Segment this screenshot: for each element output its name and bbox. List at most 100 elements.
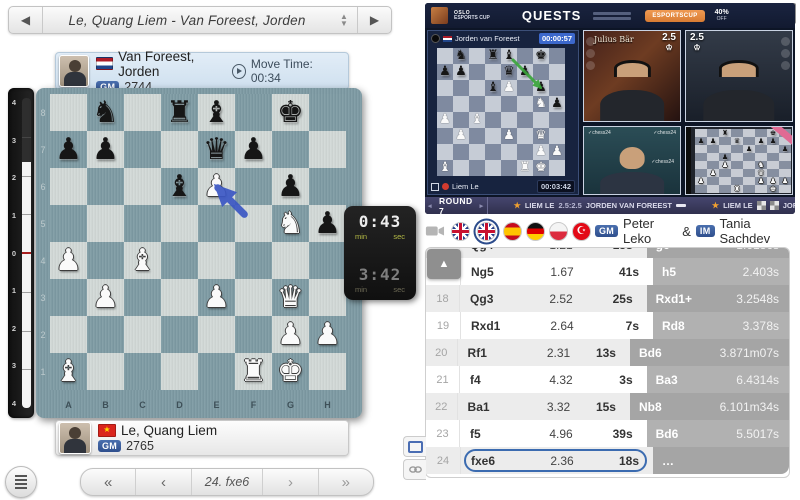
square[interactable]: [87, 353, 124, 390]
square[interactable]: [50, 205, 87, 242]
square[interactable]: [124, 205, 161, 242]
white-move-cell[interactable]: Qg41.2115s: [460, 247, 647, 258]
square[interactable]: [309, 94, 346, 131]
black-move-cell[interactable]: h52.403s: [653, 258, 789, 285]
square[interactable]: [161, 131, 198, 168]
video-stream-panel[interactable]: OSLO ESPORTS CUP QUESTS ESPORTSCUP 40% O…: [425, 3, 795, 214]
square[interactable]: ♛: [198, 131, 235, 168]
square[interactable]: ♟: [272, 316, 309, 353]
black-move-cell[interactable]: Rxd1+3.2548s: [647, 285, 789, 312]
square[interactable]: [50, 168, 87, 205]
square[interactable]: ♜: [235, 353, 272, 390]
square[interactable]: ♚: [272, 94, 309, 131]
video-camera-icon[interactable]: [425, 223, 445, 239]
white-move-cell[interactable]: f54.9639s: [460, 420, 647, 447]
square[interactable]: [161, 316, 198, 353]
square[interactable]: ♟: [87, 131, 124, 168]
square[interactable]: ♞: [87, 94, 124, 131]
square[interactable]: [124, 168, 161, 205]
flag-pl[interactable]: [549, 222, 568, 241]
square[interactable]: ♝: [50, 353, 87, 390]
square[interactable]: [87, 242, 124, 279]
square[interactable]: ♟: [309, 205, 346, 242]
black-move-cell[interactable]: …: [653, 447, 789, 474]
square[interactable]: [124, 94, 161, 131]
square[interactable]: ♟: [198, 168, 235, 205]
white-move-cell[interactable]: Rxd12.647s: [461, 312, 653, 339]
board-squares[interactable]: ♞♜♝♚♟♟♛♟♝♟♟♞♟♟♝♟♟♛♟♟♝♜♚: [50, 94, 346, 390]
first-move-button[interactable]: «: [81, 469, 135, 495]
square[interactable]: [87, 168, 124, 205]
flag-uk[interactable]: [451, 222, 470, 241]
square[interactable]: [124, 353, 161, 390]
flag-de[interactable]: [526, 222, 545, 241]
prev-game-button[interactable]: ◀: [9, 7, 43, 33]
black-move-cell[interactable]: g61.6136s: [647, 247, 789, 258]
square[interactable]: [235, 279, 272, 316]
game-list-spinner[interactable]: ▲ ▼: [331, 7, 357, 33]
square[interactable]: [235, 94, 272, 131]
square[interactable]: [309, 168, 346, 205]
square[interactable]: [161, 279, 198, 316]
square[interactable]: ♟: [50, 242, 87, 279]
square[interactable]: ♟: [50, 131, 87, 168]
white-move-cell[interactable]: fxe62.3618s: [461, 447, 653, 474]
square[interactable]: [161, 242, 198, 279]
square[interactable]: ♛: [272, 279, 309, 316]
black-move-cell[interactable]: Bd65.5017s: [647, 420, 789, 447]
prev-move-button[interactable]: ‹: [135, 469, 190, 495]
square[interactable]: ♝: [124, 242, 161, 279]
square[interactable]: ♟: [235, 131, 272, 168]
square[interactable]: ♟: [198, 279, 235, 316]
black-move-cell[interactable]: Nb86.101m34s: [630, 393, 789, 420]
white-move-cell[interactable]: Ba13.3215s: [458, 393, 630, 420]
black-move-cell[interactable]: Ba36.4314s: [647, 366, 789, 393]
square[interactable]: [198, 316, 235, 353]
square[interactable]: [124, 316, 161, 353]
square[interactable]: [309, 279, 346, 316]
square[interactable]: [161, 353, 198, 390]
square[interactable]: ♝: [198, 94, 235, 131]
square[interactable]: [50, 94, 87, 131]
white-move-cell[interactable]: f44.323s: [460, 366, 647, 393]
square[interactable]: [272, 131, 309, 168]
square[interactable]: [235, 168, 272, 205]
square[interactable]: ♞: [272, 205, 309, 242]
square[interactable]: [161, 205, 198, 242]
square[interactable]: [235, 316, 272, 353]
square[interactable]: ♝: [161, 168, 198, 205]
square[interactable]: [87, 205, 124, 242]
square[interactable]: ♟: [272, 168, 309, 205]
black-move-cell[interactable]: Bd63.871m07s: [630, 339, 789, 366]
square[interactable]: ♟: [309, 316, 346, 353]
square[interactable]: [50, 279, 87, 316]
square[interactable]: [309, 353, 346, 390]
white-move-cell[interactable]: Qg32.5225s: [460, 285, 647, 312]
square[interactable]: [235, 242, 272, 279]
square[interactable]: [198, 353, 235, 390]
square[interactable]: [235, 205, 272, 242]
last-move-button[interactable]: »: [318, 469, 373, 495]
flag-tr[interactable]: [572, 222, 591, 241]
square[interactable]: [124, 131, 161, 168]
square[interactable]: [309, 242, 346, 279]
white-move-cell[interactable]: Rf12.3113s: [458, 339, 630, 366]
black-move-cell[interactable]: Rd83.378s: [653, 312, 789, 339]
scroll-up-button[interactable]: ▲: [427, 249, 461, 279]
flag-es[interactable]: [503, 222, 522, 241]
square[interactable]: ♚: [272, 353, 309, 390]
tab-share-link[interactable]: [403, 459, 426, 480]
square[interactable]: [272, 242, 309, 279]
square[interactable]: [87, 316, 124, 353]
moves-table[interactable]: 16Qg41.2115sg61.6136s17Ng51.6741sh52.403…: [425, 247, 790, 478]
menu-button[interactable]: [5, 466, 37, 498]
square[interactable]: [198, 242, 235, 279]
next-move-button[interactable]: ›: [262, 469, 317, 495]
square[interactable]: [309, 131, 346, 168]
tab-board-view[interactable]: [403, 436, 426, 457]
square[interactable]: ♟: [87, 279, 124, 316]
square[interactable]: ♜: [161, 94, 198, 131]
square[interactable]: [124, 279, 161, 316]
square[interactable]: [50, 316, 87, 353]
flag-uk-selected[interactable]: [477, 222, 496, 241]
